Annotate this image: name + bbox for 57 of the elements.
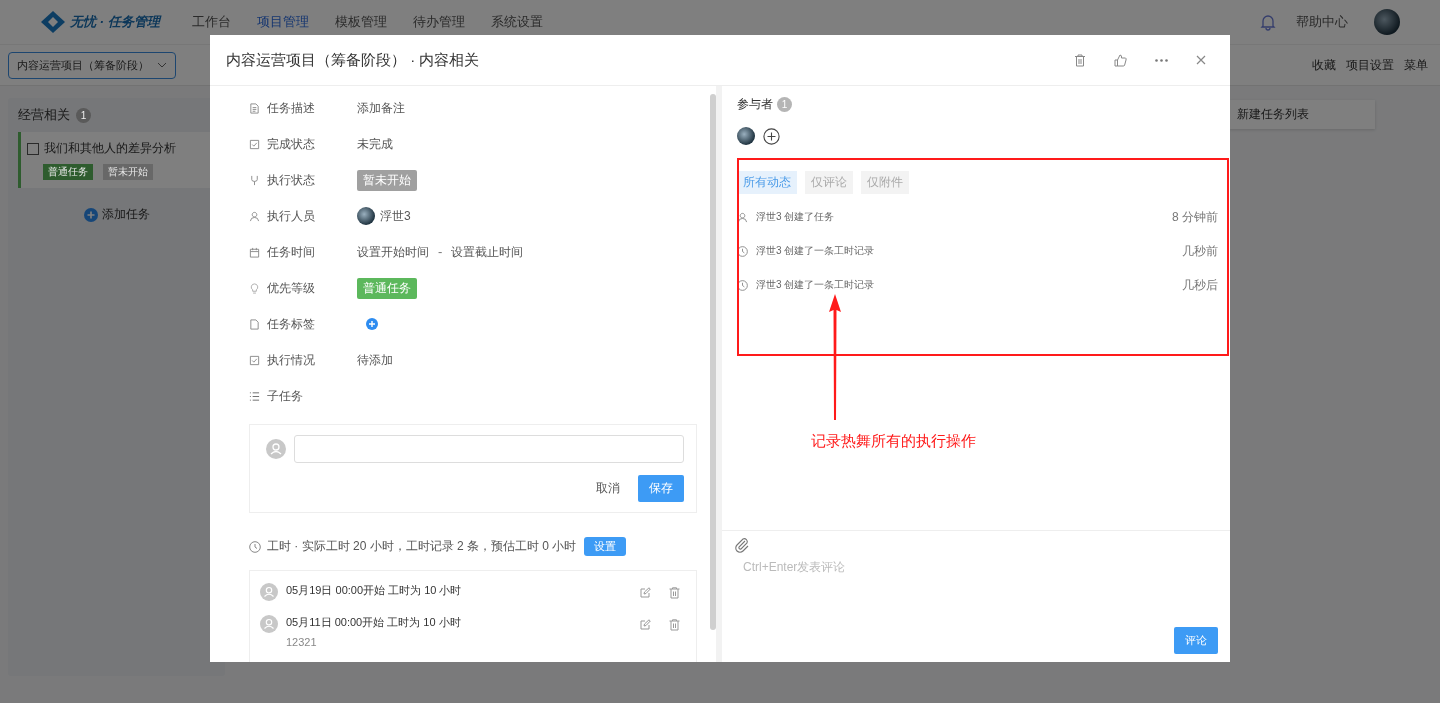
filter-tab[interactable]: 所有动态: [737, 171, 797, 194]
nav-item[interactable]: 模板管理: [334, 13, 387, 31]
save-button[interactable]: 保存: [638, 475, 684, 502]
nav-item[interactable]: 项目管理: [256, 13, 309, 31]
add-task-link[interactable]: 添加任务: [101, 206, 150, 223]
field-label: 执行状态: [267, 171, 316, 189]
activity-time: 几秒前: [1182, 242, 1218, 260]
list-title: 经营相关: [18, 106, 70, 124]
activity-text: 浮世3 创建了任务: [756, 210, 835, 224]
activity-time: 几秒后: [1182, 276, 1218, 294]
dialog-title: 内容运营项目（筹备阶段） · 内容相关: [226, 50, 480, 70]
cancel-button[interactable]: 取消: [590, 479, 626, 498]
toolbar-link[interactable]: 收藏: [1312, 56, 1336, 74]
comment-button[interactable]: 评论: [1174, 627, 1218, 654]
card-title: 我们和其他人的差异分析: [44, 140, 176, 157]
end-time-link[interactable]: 设置截止时间: [451, 243, 524, 261]
start-time-link[interactable]: 设置开始时间: [357, 243, 429, 261]
activity-text: 浮世3 创建了一条工时记录: [756, 244, 875, 258]
field-label: 优先等级: [267, 279, 316, 297]
settings-button[interactable]: 设置: [584, 537, 627, 556]
filter-tab[interactable]: 仅附件: [861, 171, 909, 194]
project-select[interactable]: 内容运营项目（筹备阶段）: [8, 51, 176, 79]
record-note: 12321: [286, 636, 318, 648]
activity-text: 浮世3 创建了一条工时记录: [756, 278, 875, 292]
worktime-summary: 工时 · 实际工时 20 小时，工时记录 2 条，预估工时 0 小时: [267, 538, 577, 555]
tag: 暂未开始: [103, 164, 153, 180]
logo-text[interactable]: 无忧 · 任务管理: [70, 13, 160, 31]
field-value[interactable]: 添加备注: [357, 99, 405, 117]
assignee-name[interactable]: 浮世3: [380, 207, 411, 225]
help-link[interactable]: 帮助中心: [1296, 13, 1348, 31]
range-separator: -: [438, 243, 443, 261]
filter-tab[interactable]: 仅评论: [805, 171, 853, 194]
nav-item[interactable]: 工作台: [191, 13, 231, 31]
field-label: 任务描述: [267, 99, 316, 117]
field-value[interactable]: 待添加: [357, 351, 393, 369]
activity-time: 8 分钟前: [1172, 208, 1218, 226]
annotation-text: 记录热舞所有的执行操作: [811, 432, 976, 451]
field-label: 任务标签: [267, 315, 316, 333]
field-value[interactable]: 未完成: [357, 135, 393, 153]
toolbar-link[interactable]: 项目设置: [1346, 56, 1394, 74]
toolbar-link[interactable]: 菜单: [1404, 56, 1428, 74]
field-label: 子任务: [267, 387, 304, 405]
nav-item[interactable]: 系统设置: [490, 13, 543, 31]
field-label: 任务时间: [267, 243, 316, 261]
field-label: 执行情况: [267, 351, 316, 369]
field-label: 完成状态: [267, 135, 316, 153]
new-list-button[interactable]: 新建任务列表: [1229, 100, 1375, 129]
field-label: 执行人员: [267, 207, 316, 225]
tag: 普通任务: [43, 164, 93, 180]
count-badge: 1: [777, 97, 792, 112]
participants-label: 参与者: [737, 96, 773, 113]
nav-item[interactable]: 待办管理: [412, 13, 465, 31]
worktime-record: 05月19日 00:00开始 工时为 10 小时: [286, 583, 462, 598]
status-tag[interactable]: 暂未开始: [357, 169, 417, 191]
worktime-record: 05月11日 00:00开始 工时为 10 小时: [286, 615, 461, 630]
status-tag[interactable]: 普通任务: [357, 277, 417, 299]
count-badge: 1: [76, 107, 91, 123]
